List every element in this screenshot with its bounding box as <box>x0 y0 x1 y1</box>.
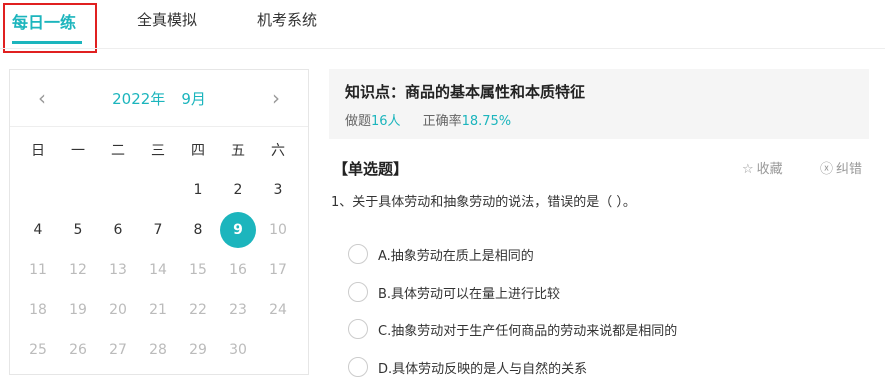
calendar-day: 29 <box>189 342 207 358</box>
calendar-day: 15 <box>189 262 207 278</box>
calendar-day[interactable]: 1 <box>178 182 218 198</box>
calendar-day[interactable]: 5 <box>58 222 98 238</box>
calendar-week-row: 11 12 13 14 15 16 17 <box>18 250 298 290</box>
favorite-button[interactable]: ☆ 收藏 <box>742 158 783 177</box>
calendar-day[interactable]: 2 <box>218 182 258 198</box>
option-c[interactable]: C.抽象劳动对于生产任何商品的劳动来说都是相同的 <box>348 317 677 341</box>
calendar-day: 18 <box>29 302 47 318</box>
tabs-divider <box>0 48 885 49</box>
calendar-day: 13 <box>109 262 127 278</box>
knowledge-point-panel: 知识点：商品的基本属性和本质特征 做题16人 正确率18.75% <box>329 69 869 139</box>
calendar-day: 22 <box>189 302 207 318</box>
calendar: ‹ 2022年 9月 › 日 一 二 三 四 五 六 1 2 3 4 5 6 7 8 9 10 11 1… <box>9 69 309 375</box>
weekday-label: 六 <box>271 143 285 159</box>
radio-button[interactable] <box>348 282 368 302</box>
calendar-week-row: 18 19 20 21 22 23 24 <box>18 290 298 330</box>
weekday-row: 日 一 二 三 四 五 六 <box>18 130 298 170</box>
report-error-label: 纠错 <box>836 162 863 177</box>
radio-button[interactable] <box>348 319 368 339</box>
calendar-day[interactable]: 4 <box>18 222 58 238</box>
favorite-label: 收藏 <box>756 162 783 177</box>
option-d[interactable]: D.具体劳动反映的是人与自然的关系 <box>348 355 587 379</box>
weekday-label: 一 <box>71 143 85 159</box>
calendar-day: 21 <box>149 302 167 318</box>
calendar-day: 19 <box>69 302 87 318</box>
calendar-day: 11 <box>29 262 47 278</box>
weekday-label: 日 <box>31 143 45 159</box>
option-label: B.具体劳动可以在量上进行比较 <box>378 286 561 302</box>
calendar-day[interactable]: 7 <box>138 222 178 238</box>
accuracy-value: 18.75% <box>461 114 512 129</box>
question-type: 【单选题】 <box>333 160 409 178</box>
calendar-day[interactable]: 6 <box>98 222 138 238</box>
weekday-label: 五 <box>231 143 245 159</box>
done-count: 16人 <box>371 114 401 129</box>
calendar-day: 20 <box>109 302 127 318</box>
tab-computer-exam[interactable]: 机考系统 <box>257 9 317 30</box>
radio-button[interactable] <box>348 244 368 264</box>
top-tabs: 每日一练 全真模拟 机考系统 <box>0 0 885 53</box>
weekday-label: 二 <box>111 143 125 159</box>
calendar-day: 30 <box>229 342 247 358</box>
calendar-header: ‹ 2022年 9月 › <box>10 70 308 127</box>
calendar-day: 12 <box>69 262 87 278</box>
next-month-chevron-icon[interactable]: › <box>272 86 280 110</box>
calendar-day[interactable]: 9 <box>218 212 258 248</box>
weekday-label: 三 <box>151 143 165 159</box>
calendar-day: 28 <box>149 342 167 358</box>
tab-full-mock[interactable]: 全真模拟 <box>137 9 197 30</box>
accuracy-label: 正确率 <box>422 114 462 129</box>
calendar-day[interactable]: 3 <box>258 182 298 198</box>
calendar-grid: 日 一 二 三 四 五 六 1 2 3 4 5 6 7 8 9 10 11 12 13 14 15 16 17 1… <box>18 130 298 370</box>
calendar-month: 9月 <box>181 90 206 108</box>
report-error-button[interactable]: ⓧ 纠错 <box>820 158 862 177</box>
done-label: 做题 <box>345 114 372 129</box>
option-label: A.抽象劳动在质上是相同的 <box>378 248 534 264</box>
option-label: C.抽象劳动对于生产任何商品的劳动来说都是相同的 <box>378 323 678 339</box>
star-icon: ☆ <box>742 162 754 177</box>
calendar-day: 17 <box>269 262 287 278</box>
close-circle-icon: ⓧ <box>820 162 834 177</box>
calendar-day: 24 <box>269 302 287 318</box>
calendar-year: 2022年 <box>112 90 166 108</box>
calendar-day: 25 <box>29 342 47 358</box>
calendar-title: 2022年 9月 <box>10 88 308 109</box>
radio-button[interactable] <box>348 357 368 377</box>
option-label: D.具体劳动反映的是人与自然的关系 <box>378 361 588 377</box>
calendar-day: 27 <box>109 342 127 358</box>
option-a[interactable]: A.抽象劳动在质上是相同的 <box>348 242 534 266</box>
knowledge-stats: 做题16人 正确率18.75% <box>345 110 511 129</box>
calendar-day: 26 <box>69 342 87 358</box>
calendar-week-row: 123 <box>18 170 298 210</box>
calendar-day: 14 <box>149 262 167 278</box>
calendar-day: 23 <box>229 302 247 318</box>
calendar-day: 10 <box>269 222 287 238</box>
option-b[interactable]: B.具体劳动可以在量上进行比较 <box>348 280 560 304</box>
knowledge-point-title: 知识点：商品的基本属性和本质特征 <box>345 83 586 101</box>
calendar-day: 16 <box>229 262 247 278</box>
highlight-box <box>3 3 97 53</box>
calendar-week-row: 4 5 6 7 8 9 10 <box>18 210 298 250</box>
weekday-label: 四 <box>191 143 205 159</box>
calendar-week-row: 25 26 27 28 29 30 <box>18 330 298 370</box>
question-text: 1、关于具体劳动和抽象劳动的说法，错误的是（ ）。 <box>331 195 636 210</box>
calendar-day[interactable]: 8 <box>178 222 218 238</box>
